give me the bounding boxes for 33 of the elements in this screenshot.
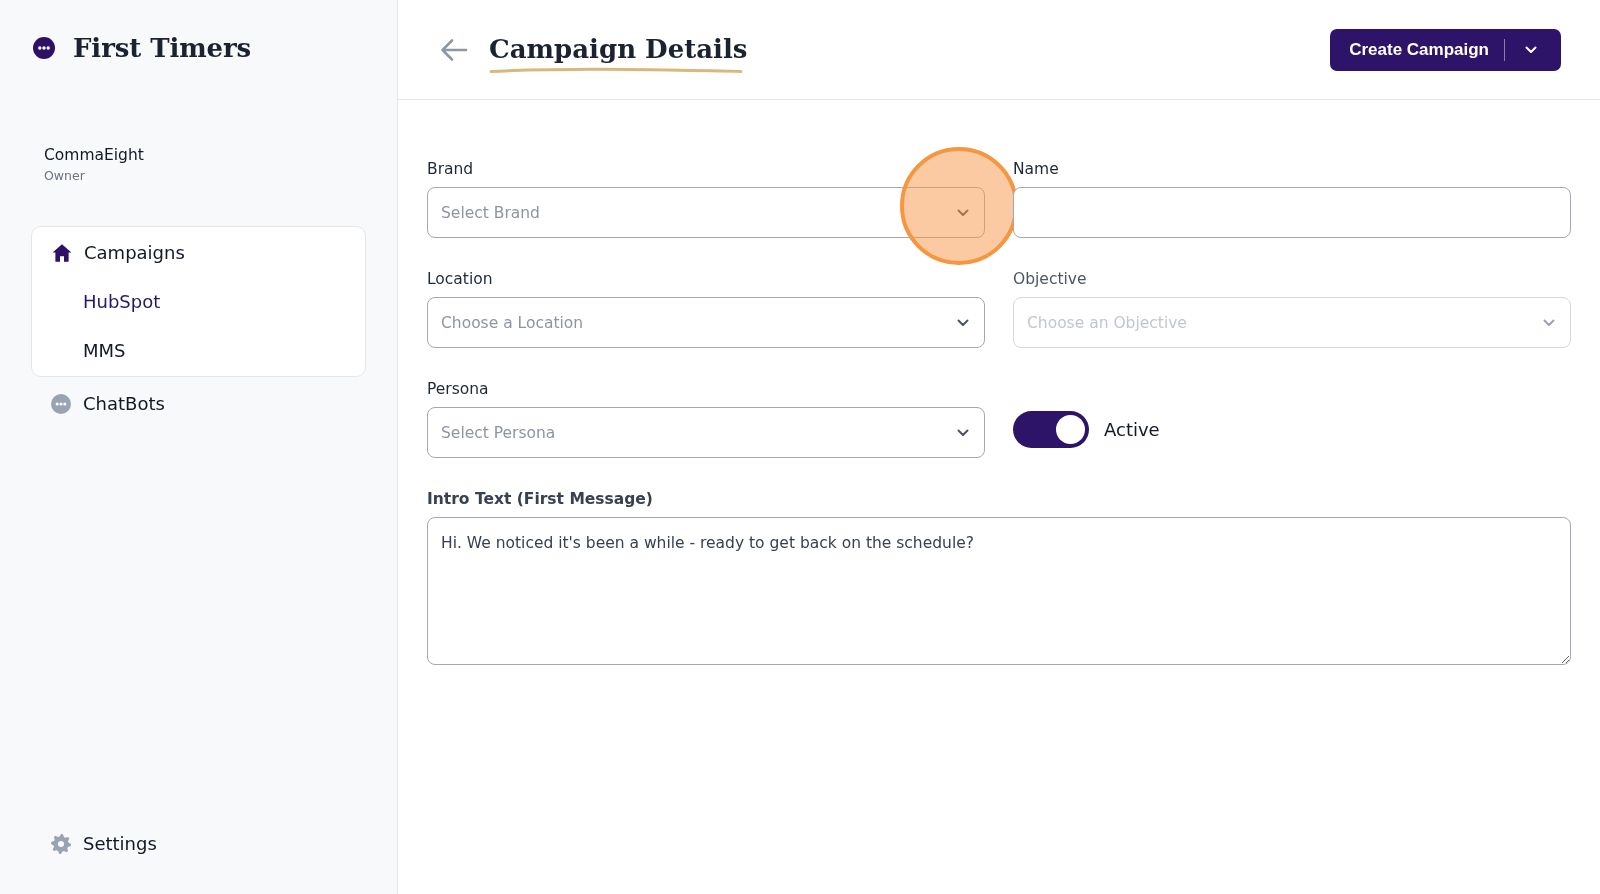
dropdown-button[interactable] [1505,28,1561,71]
text-input[interactable] [1013,187,1571,238]
app-name: First Timers [73,34,252,62]
toggle-label: Active [1104,419,1160,440]
chevron-down-icon [1525,45,1537,54]
back-button[interactable] [440,37,468,62]
create-campaign-button[interactable]: Create Campaign [1330,28,1504,71]
message-textarea[interactable]: Hi. We noticed it's been a while - ready to get back on the schedule? [427,517,1571,665]
ellipsis-circle-logo-icon [33,37,55,59]
field-label: Objective [1013,269,1087,289]
nav-item[interactable]: ChatBots [31,380,175,428]
account-name: CommaEight [44,145,144,165]
settings-icon [51,834,71,854]
home-icon [52,242,72,263]
back-arrow-icon [440,37,468,62]
chevron-down-icon [957,318,969,327]
chevron-down-icon [1543,318,1555,327]
chevron-down-icon [957,208,969,217]
nav-subitem[interactable]: HubSpot [32,277,171,326]
nav-subitem[interactable]: MMS [32,326,136,375]
chevron-down-icon [957,428,969,437]
field-label: Intro Text (First Message) [427,489,653,509]
field-label: Name [1013,159,1059,179]
nav-item[interactable]: Campaigns [32,228,195,277]
account-role: Owner [44,167,85,184]
field-label: Brand [427,159,474,179]
settings-link[interactable]: Settings [31,820,167,868]
field-label: Persona [427,379,489,399]
toggle-switch[interactable] [1013,411,1089,448]
field-label: Location [427,269,493,289]
ellipsis-circle-icon [51,394,71,414]
page-title: Campaign Details [489,33,748,65]
wavy-underline-icon [489,67,743,74]
